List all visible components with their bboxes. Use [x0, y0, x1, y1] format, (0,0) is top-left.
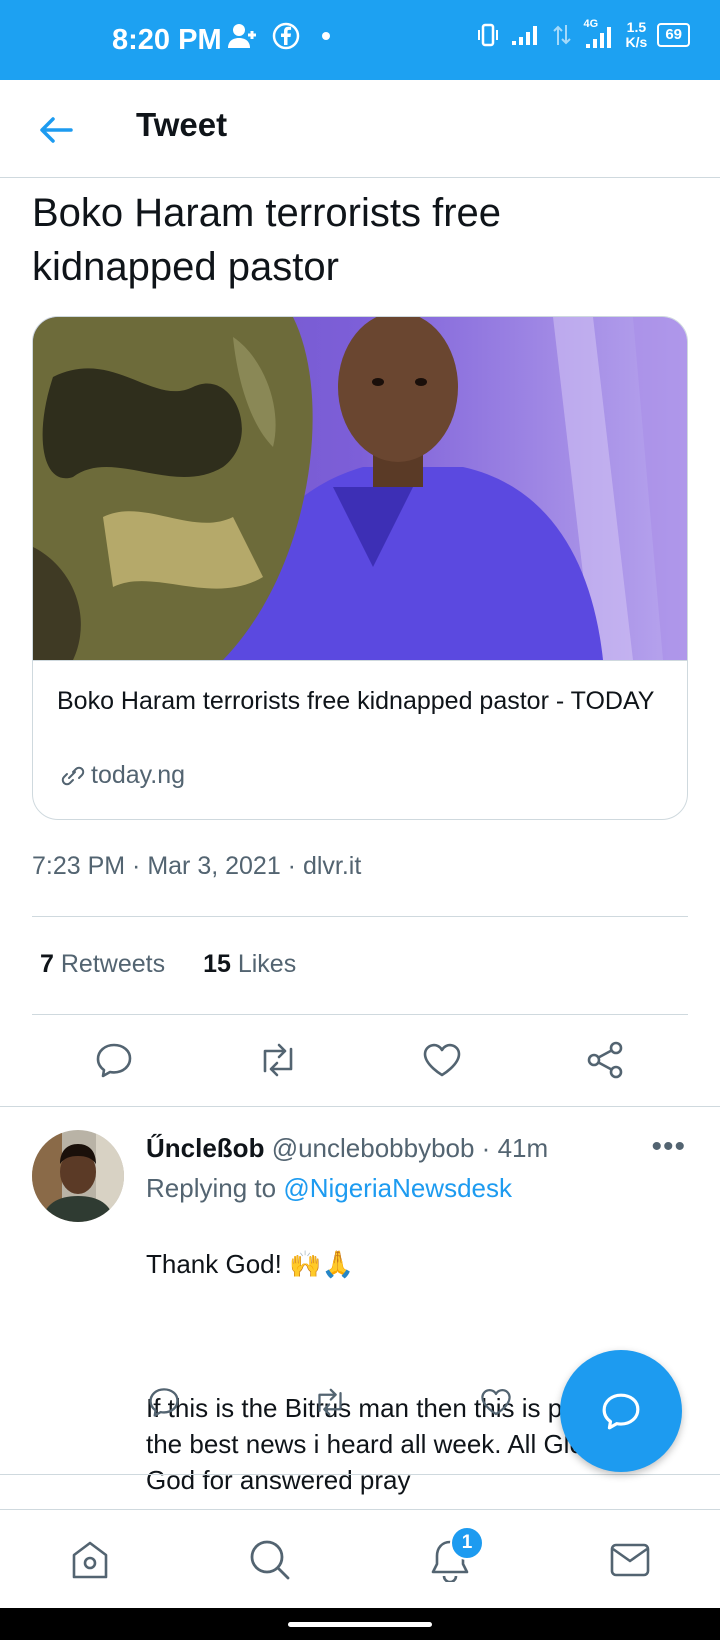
- share-button[interactable]: [582, 1036, 630, 1084]
- divider: [32, 916, 688, 917]
- retweets-stat[interactable]: 7 Retweets: [40, 950, 165, 979]
- bottom-nav: 1: [0, 1509, 720, 1609]
- replying-prefix: Replying to: [146, 1173, 277, 1203]
- divider: [32, 1014, 688, 1015]
- nav-messages[interactable]: [600, 1530, 660, 1590]
- status-bar: 8:20 PM 4G 1.5 K/s 69: [0, 0, 720, 80]
- compose-reply-button[interactable]: [560, 1350, 682, 1472]
- reply-button[interactable]: [90, 1036, 138, 1084]
- divider: [0, 1474, 720, 1475]
- network-speed: 1.5 K/s: [626, 20, 648, 50]
- notification-badge: 1: [450, 1525, 484, 1560]
- nav-search[interactable]: [240, 1530, 300, 1590]
- signal-icon: [511, 26, 537, 45]
- battery-indicator: 69: [657, 23, 690, 47]
- reply-handle-time: @unclebobbybob · 41m: [271, 1133, 549, 1163]
- home-gesture-bar[interactable]: [288, 1622, 432, 1627]
- tweet-actions: [90, 1036, 630, 1084]
- tweet-stats: 7 Retweets 15 Likes: [40, 950, 296, 979]
- top-app-bar: Tweet: [0, 80, 720, 178]
- more-options-icon[interactable]: •••: [651, 1130, 686, 1164]
- dot-icon: [322, 32, 330, 40]
- speed-value: 1.5: [626, 19, 647, 35]
- page-title: Tweet: [136, 106, 228, 143]
- status-time: 8:20 PM: [112, 24, 222, 56]
- speed-unit: K/s: [625, 34, 648, 50]
- nav-home[interactable]: [60, 1530, 120, 1590]
- signal-4g: 4G: [582, 18, 616, 50]
- reply-author-name[interactable]: Űncleßob: [146, 1133, 264, 1163]
- card-title: Boko Haram terrorists free kidnapped pas…: [57, 687, 655, 715]
- retweets-count: 7: [40, 950, 54, 978]
- replying-to: Replying to @NigeriaNewsdesk: [146, 1170, 512, 1206]
- card-image: [33, 317, 687, 661]
- retweet-button[interactable]: [254, 1036, 302, 1084]
- reply-text-line1: Thank God! 🙌🙏: [146, 1249, 354, 1279]
- avatar-image: [32, 1130, 124, 1222]
- tweet-timestamp: 7:23 PM · Mar 3, 2021 · dlvr.it: [32, 852, 362, 880]
- card-domain-text: today.ng: [91, 761, 186, 789]
- data-icon: [552, 25, 571, 45]
- signal-4g-icon: [585, 27, 611, 48]
- like-icon: [481, 1389, 511, 1416]
- reply-icon: [149, 1388, 179, 1417]
- contact-icon: [228, 24, 256, 48]
- system-nav-bar: [0, 1608, 720, 1640]
- messages-icon: [610, 1543, 650, 1576]
- likes-count: 15: [203, 950, 231, 978]
- replying-to-link[interactable]: @NigeriaNewsdesk: [283, 1173, 512, 1203]
- like-button[interactable]: [418, 1036, 466, 1084]
- status-left-icons: [228, 22, 338, 50]
- card-domain: today.ng: [57, 761, 185, 790]
- like-icon: [423, 1043, 461, 1077]
- retweet-icon: [318, 1388, 342, 1416]
- reply-reply-button[interactable]: [140, 1378, 188, 1426]
- vibrate-icon: [477, 23, 498, 47]
- reply-header: Űncleßob @unclebobbybob · 41m: [146, 1130, 548, 1166]
- retweets-label: Retweets: [60, 950, 166, 978]
- likes-stat[interactable]: 15 Likes: [203, 950, 296, 979]
- avatar[interactable]: [32, 1130, 124, 1222]
- arrow-left-icon: [40, 117, 73, 143]
- reply-retweet-button[interactable]: [306, 1378, 354, 1426]
- share-icon: [587, 1041, 623, 1079]
- tweet-text: Boko Haram terrorists free kidnapped pas…: [32, 191, 502, 289]
- likes-label: Likes: [237, 950, 297, 978]
- reply-like-button[interactable]: [472, 1378, 520, 1426]
- facebook-icon: [272, 22, 300, 50]
- compose-reply-icon: [602, 1393, 640, 1430]
- link-icon: [61, 766, 85, 785]
- link-preview-card[interactable]: Boko Haram terrorists free kidnapped pas…: [32, 316, 688, 820]
- retweet-icon: [263, 1043, 293, 1077]
- reply-icon: [96, 1043, 132, 1078]
- search-icon: [250, 1540, 290, 1579]
- divider: [0, 1106, 720, 1107]
- status-right-icons: 4G 1.5 K/s 69: [476, 18, 690, 50]
- nav-notifications[interactable]: 1: [420, 1525, 484, 1590]
- home-icon: [72, 1541, 108, 1578]
- back-button[interactable]: [34, 108, 78, 152]
